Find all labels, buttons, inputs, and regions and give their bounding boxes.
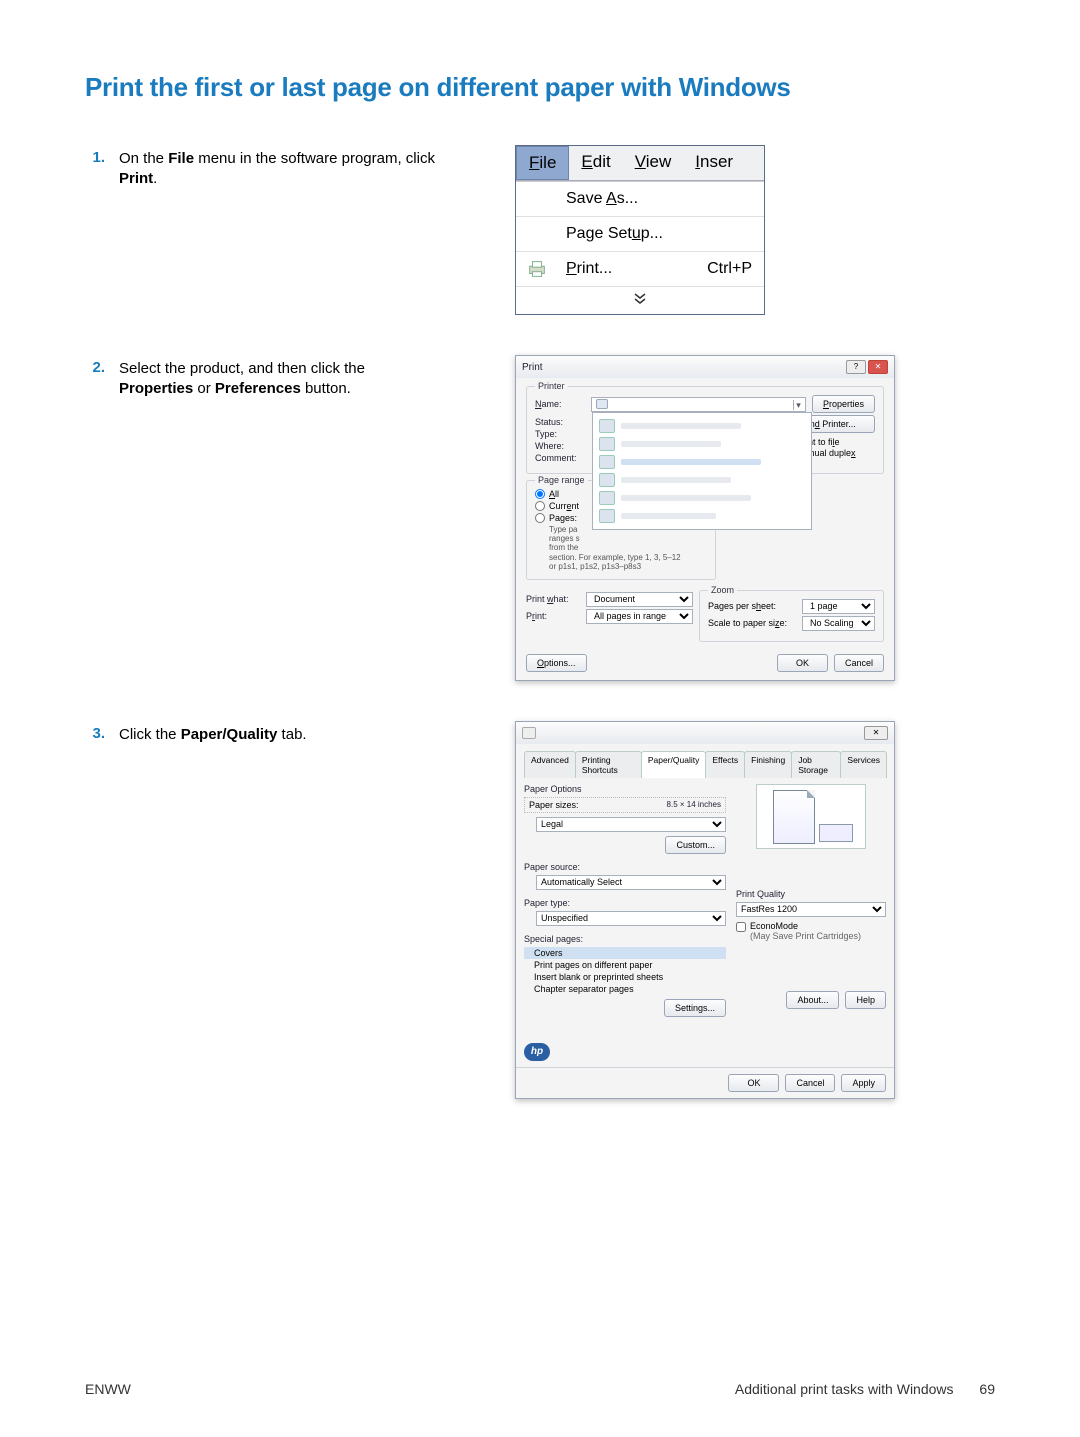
comment-label: Comment: — [535, 453, 591, 463]
page-footer: ENWW Additional print tasks with Windows… — [85, 1381, 995, 1397]
paper-type-select[interactable]: Unspecified — [536, 911, 726, 926]
economode-checkbox[interactable]: EconoMode (May Save Print Cartridges) — [736, 921, 886, 941]
paper-size-select[interactable]: Legal — [536, 817, 726, 832]
printer-icon — [522, 727, 536, 739]
figure-print-dialog: Print ? ✕ Printer Name: ▾ — [515, 355, 895, 681]
special-pages-item-covers[interactable]: Covers — [524, 947, 726, 959]
dialog-title: Print — [522, 362, 543, 373]
tabs: Advanced Printing Shortcuts Paper/Qualit… — [524, 750, 886, 778]
printer-icon — [599, 419, 615, 433]
step-body-3: Click the Paper/Quality tab. — [119, 725, 439, 745]
paper-size-value: 8.5 × 14 inches — [667, 800, 721, 809]
menu-file[interactable]: File — [516, 146, 569, 180]
scale-label: Scale to paper size: — [708, 618, 802, 628]
step-body-1: On the File menu in the software program… — [119, 149, 439, 190]
printer-option[interactable] — [597, 417, 807, 435]
footer-left: ENWW — [85, 1381, 131, 1397]
properties-button[interactable]: Properties — [812, 395, 875, 413]
printer-group-label: Printer — [535, 381, 568, 391]
menu-insert[interactable]: Inser — [683, 146, 745, 180]
paper-source-select[interactable]: Automatically Select — [536, 875, 726, 890]
footer-section: Additional print tasks with Windows — [735, 1381, 954, 1397]
about-button[interactable]: About... — [786, 991, 839, 1009]
printer-icon — [526, 258, 548, 280]
tab-printing-shortcuts[interactable]: Printing Shortcuts — [575, 751, 642, 778]
menu-item-save-as[interactable]: Save As... — [516, 182, 764, 217]
printer-option[interactable] — [597, 507, 807, 525]
type-label: Type: — [535, 429, 591, 439]
step-number-1: 1. — [85, 149, 119, 166]
zoom-label: Zoom — [708, 585, 737, 595]
tab-effects[interactable]: Effects — [705, 751, 745, 778]
print-select[interactable]: All pages in range — [586, 609, 693, 624]
paper-preview — [756, 784, 866, 849]
printer-option[interactable] — [597, 489, 807, 507]
page-range-label: Page range — [535, 475, 588, 485]
figure-file-menu: File Edit View Inser Save As... Page Set… — [515, 145, 765, 315]
tab-job-storage[interactable]: Job Storage — [791, 751, 841, 778]
apply-button[interactable]: Apply — [841, 1074, 886, 1092]
print-what-label: Print what: — [526, 594, 586, 604]
tab-advanced[interactable]: Advanced — [524, 751, 576, 778]
special-pages-label: Special pages: — [524, 934, 726, 944]
name-label: Name: — [535, 399, 591, 409]
printer-icon — [599, 437, 615, 451]
cancel-button[interactable]: Cancel — [834, 654, 884, 672]
pages-hint: Type paranges sfrom thesection. For exam… — [535, 525, 707, 571]
print-label: Print: — [526, 611, 586, 621]
print-quality-label: Print Quality — [736, 889, 886, 899]
menu-item-page-setup[interactable]: Page Setup... — [516, 217, 764, 252]
figure-properties-dialog: ✕ Advanced Printing Shortcuts Paper/Qual… — [515, 721, 895, 1099]
printer-icon — [599, 455, 615, 469]
menu-edit[interactable]: Edit — [569, 146, 622, 180]
settings-button[interactable]: Settings... — [664, 999, 726, 1017]
tab-finishing[interactable]: Finishing — [744, 751, 792, 778]
step-number-2: 2. — [85, 359, 119, 376]
printer-icon — [596, 399, 608, 409]
close-icon[interactable]: ✕ — [864, 726, 888, 740]
special-pages-item-chapter-separator[interactable]: Chapter separator pages — [524, 983, 726, 995]
help-button[interactable]: Help — [845, 991, 886, 1009]
printer-option[interactable] — [597, 453, 807, 471]
page-number: 69 — [979, 1381, 995, 1397]
paper-source-label: Paper source: — [524, 862, 726, 872]
where-label: Where: — [535, 441, 591, 451]
printer-icon — [599, 509, 615, 523]
cancel-button[interactable]: Cancel — [785, 1074, 835, 1092]
special-pages-item-different-paper[interactable]: Print pages on different paper — [524, 959, 726, 971]
help-button-icon[interactable]: ? — [846, 360, 866, 374]
paper-type-label: Paper type: — [524, 898, 726, 908]
print-quality-select[interactable]: FastRes 1200 — [736, 902, 886, 917]
custom-button[interactable]: Custom... — [665, 836, 726, 854]
options-button[interactable]: Options... — [526, 654, 587, 672]
close-icon[interactable]: ✕ — [868, 360, 888, 374]
printer-icon — [599, 473, 615, 487]
tab-services[interactable]: Services — [840, 751, 887, 778]
step-body-2: Select the product, and then click the P… — [119, 359, 439, 400]
menu-view[interactable]: View — [623, 146, 684, 180]
menu-item-print[interactable]: Print... Ctrl+P — [516, 252, 764, 287]
status-label: Status: — [535, 417, 591, 427]
step-number-3: 3. — [85, 725, 119, 742]
pages-per-sheet-select[interactable]: 1 page — [802, 599, 875, 614]
printer-option[interactable] — [597, 435, 807, 453]
ok-button[interactable]: OK — [777, 654, 828, 672]
pages-per-sheet-label: Pages per sheet: — [708, 601, 802, 611]
tab-paper-quality[interactable]: Paper/Quality — [641, 751, 707, 778]
printer-option[interactable] — [597, 471, 807, 489]
print-what-select[interactable]: Document — [586, 592, 693, 607]
printer-dropdown-list — [592, 412, 812, 530]
special-pages-item-blank-sheets[interactable]: Insert blank or preprinted sheets — [524, 971, 726, 983]
menu-scroll-down-icon[interactable] — [516, 287, 764, 314]
print-shortcut: Ctrl+P — [687, 260, 752, 278]
page-heading: Print the first or last page on differen… — [85, 72, 995, 103]
printer-select[interactable]: ▾ — [591, 397, 806, 412]
scale-select[interactable]: No Scaling — [802, 616, 875, 631]
hp-logo: hp — [524, 1043, 550, 1061]
ok-button[interactable]: OK — [728, 1074, 779, 1092]
printer-icon — [599, 491, 615, 505]
paper-sizes-label: Paper sizes: — [529, 800, 579, 810]
paper-options-label: Paper Options — [524, 784, 726, 794]
